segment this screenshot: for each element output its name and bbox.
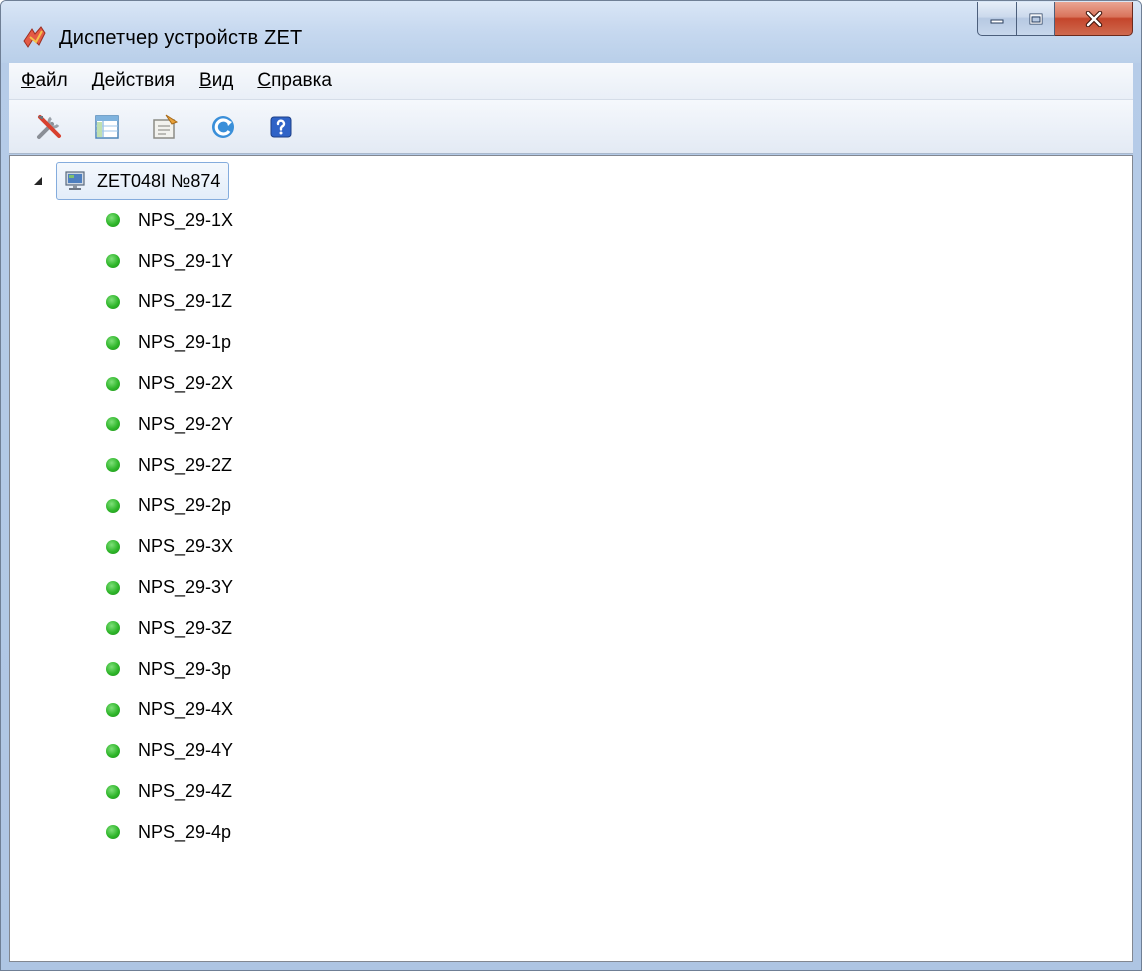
- close-icon: [1085, 10, 1102, 27]
- title-bar[interactable]: Диспетчер устройств ZET: [1, 1, 1141, 63]
- status-dot-icon: [106, 580, 120, 595]
- status-dot-icon: [106, 335, 120, 350]
- channel-label: NPS_29-3Z: [138, 617, 233, 638]
- status-dot-icon: [106, 498, 120, 513]
- tree-child-channel[interactable]: NPS_29-3Y: [106, 567, 233, 608]
- status-dot-icon: [106, 784, 120, 799]
- maximize-button[interactable]: [1017, 2, 1055, 36]
- menu-actions-accel: Д: [91, 70, 105, 91]
- tree-child-channel[interactable]: NPS_29-2X: [106, 363, 233, 404]
- menu-file-label: айл: [35, 70, 68, 91]
- channel-label: NPS_29-4Y: [138, 740, 234, 761]
- tree-child-channel[interactable]: NPS_29-1Y: [106, 241, 233, 282]
- maximize-icon: [1029, 13, 1042, 24]
- menu-file[interactable]: Файл: [9, 70, 80, 92]
- menu-view[interactable]: Вид: [187, 70, 245, 92]
- tree-child-channel[interactable]: NPS_29-4p: [106, 812, 233, 853]
- tree-child-channel[interactable]: NPS_29-2p: [106, 486, 233, 527]
- window-title: Диспетчер устройств ZET: [59, 27, 303, 49]
- tree-child-channel[interactable]: NPS_29-4Y: [106, 730, 233, 771]
- zet-app-icon: [23, 26, 46, 48]
- properties-icon: [153, 114, 179, 139]
- tree-child-channel[interactable]: NPS_29-3X: [106, 526, 233, 567]
- channel-list: NPS_29-1X NPS_29-1Y NPS_29-1Z NPS_29-1p NPS_…: [106, 200, 233, 853]
- channel-label: NPS_29-2p: [138, 495, 232, 516]
- status-dot-icon: [106, 702, 120, 717]
- tree-child-channel[interactable]: NPS_29-1X: [106, 200, 233, 241]
- channel-label: NPS_29-2Z: [138, 454, 233, 475]
- tree-root-selection[interactable]: ZET048I №874: [56, 162, 230, 200]
- tree-child-channel[interactable]: NPS_29-1p: [106, 322, 233, 363]
- menu-bar: Файл Действия Вид Справка: [9, 63, 1133, 100]
- status-dot-icon: [106, 825, 120, 840]
- menu-file-accel: Ф: [21, 70, 36, 91]
- app-window: Диспетчер устройств ZET Файл Действия Ви…: [0, 0, 1142, 971]
- status-dot-icon: [106, 662, 120, 677]
- tree-child-channel[interactable]: NPS_29-3Z: [106, 608, 233, 649]
- refresh-icon: [212, 115, 234, 138]
- minimize-icon: [990, 19, 1004, 23]
- collapse-triangle-icon[interactable]: [30, 173, 46, 189]
- status-dot-icon: [106, 417, 120, 432]
- properties-button[interactable]: [149, 111, 181, 143]
- tree-root-label: ZET048I №874: [97, 170, 221, 191]
- menu-view-label: ид: [211, 70, 234, 91]
- status-dot-icon: [106, 213, 120, 228]
- channel-label: NPS_29-3p: [138, 658, 232, 679]
- status-dot-icon: [106, 539, 120, 554]
- channel-label: NPS_29-3X: [138, 536, 234, 557]
- menu-actions-label: ействия: [104, 70, 175, 91]
- tree-child-channel[interactable]: NPS_29-2Y: [106, 404, 233, 445]
- table-view-button[interactable]: [91, 111, 123, 143]
- status-dot-icon: [106, 294, 120, 309]
- caption-buttons: [977, 2, 1133, 38]
- status-dot-icon: [106, 254, 120, 269]
- minimize-button[interactable]: [977, 2, 1017, 36]
- tree-child-channel[interactable]: NPS_29-4Z: [106, 771, 233, 812]
- tools-button[interactable]: [33, 111, 65, 143]
- channel-label: NPS_29-1Y: [138, 250, 234, 271]
- table-view-icon: [95, 114, 119, 139]
- device-computer-icon: [65, 171, 85, 190]
- expanded-arrow-icon: [34, 177, 42, 185]
- menu-view-accel: В: [199, 70, 212, 91]
- tree-root-node[interactable]: ZET048I №874: [30, 162, 230, 200]
- menu-help[interactable]: Справка: [245, 70, 344, 92]
- device-tree-panel: ZET048I №874 NPS_29-1X NPS_29-1Y NPS_29-1Z…: [9, 155, 1133, 962]
- tools-icon: [37, 114, 61, 139]
- status-dot-icon: [106, 743, 120, 758]
- tree-child-channel[interactable]: NPS_29-2Z: [106, 445, 233, 486]
- menu-help-label: правка: [271, 70, 332, 91]
- channel-label: NPS_29-4X: [138, 699, 234, 720]
- tree-child-channel[interactable]: NPS_29-1Z: [106, 282, 233, 323]
- channel-label: NPS_29-3Y: [138, 577, 234, 598]
- close-button[interactable]: [1055, 2, 1133, 36]
- tree-child-channel[interactable]: NPS_29-4X: [106, 690, 233, 731]
- status-dot-icon: [106, 458, 120, 473]
- menu-actions[interactable]: Действия: [80, 70, 187, 92]
- channel-label: NPS_29-1X: [138, 209, 234, 230]
- help-button[interactable]: [265, 111, 297, 143]
- channel-label: NPS_29-1p: [138, 332, 232, 353]
- channel-label: NPS_29-4Z: [138, 781, 233, 802]
- status-dot-icon: [106, 621, 120, 636]
- channel-label: NPS_29-1Z: [138, 291, 233, 312]
- channel-label: NPS_29-2X: [138, 373, 234, 394]
- menu-help-accel: С: [257, 70, 272, 91]
- help-icon: [270, 116, 292, 137]
- status-dot-icon: [106, 376, 120, 391]
- refresh-button[interactable]: [207, 111, 239, 143]
- channel-label: NPS_29-2Y: [138, 413, 234, 434]
- channel-label: NPS_29-4p: [138, 821, 232, 842]
- toolbar: [9, 100, 1133, 154]
- tree-child-channel[interactable]: NPS_29-3p: [106, 649, 233, 690]
